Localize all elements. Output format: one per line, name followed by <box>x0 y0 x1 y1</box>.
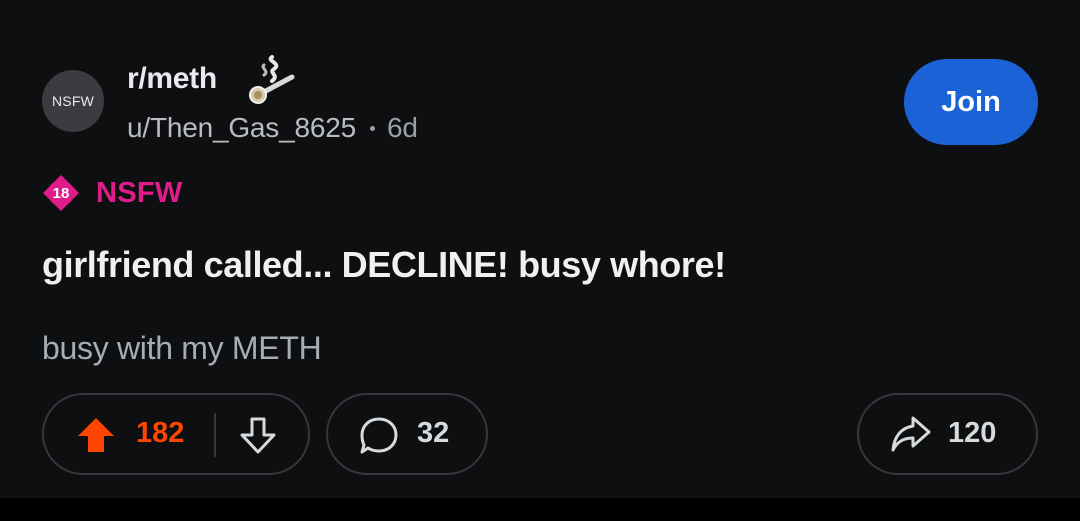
pipe-smoke-icon <box>249 55 295 104</box>
post-byline: u/Then_Gas_8625 6d <box>127 112 418 144</box>
subreddit-name[interactable]: r/meth <box>127 62 217 96</box>
nsfw-label: NSFW <box>96 176 183 209</box>
nsfw-18-badge-icon: 18 <box>42 174 80 212</box>
vote-divider <box>214 413 216 457</box>
separator-dot <box>369 125 375 131</box>
speech-bubble-icon <box>360 417 398 454</box>
post-title[interactable]: girlfriend called... DECLINE! busy whore… <box>42 244 726 286</box>
nsfw-tag: 18 NSFW <box>42 174 183 212</box>
share-count: 120 <box>948 417 997 449</box>
share-arrow-icon <box>891 416 931 452</box>
join-button[interactable]: Join <box>904 59 1038 145</box>
bottom-strip <box>0 498 1080 521</box>
vote-pill: 182 <box>42 393 310 475</box>
post-body[interactable]: busy with my METH <box>42 330 322 367</box>
avatar-label: NSFW <box>51 93 94 109</box>
comments-button[interactable]: 32 <box>326 393 488 475</box>
upvote-count: 182 <box>136 417 185 449</box>
arrow-down-icon[interactable] <box>238 415 278 455</box>
subreddit-avatar[interactable]: NSFW <box>42 70 104 132</box>
comment-count: 32 <box>417 417 450 449</box>
post-card[interactable]: NSFW r/meth u/Then_Gas_8625 6d Join 18 N… <box>0 0 1080 498</box>
arrow-up-icon[interactable] <box>76 416 116 454</box>
post-age: 6d <box>386 112 418 143</box>
nsfw-badge-number: 18 <box>52 184 70 202</box>
share-button[interactable]: 120 <box>857 393 1038 475</box>
author-name[interactable]: u/Then_Gas_8625 <box>127 112 356 144</box>
